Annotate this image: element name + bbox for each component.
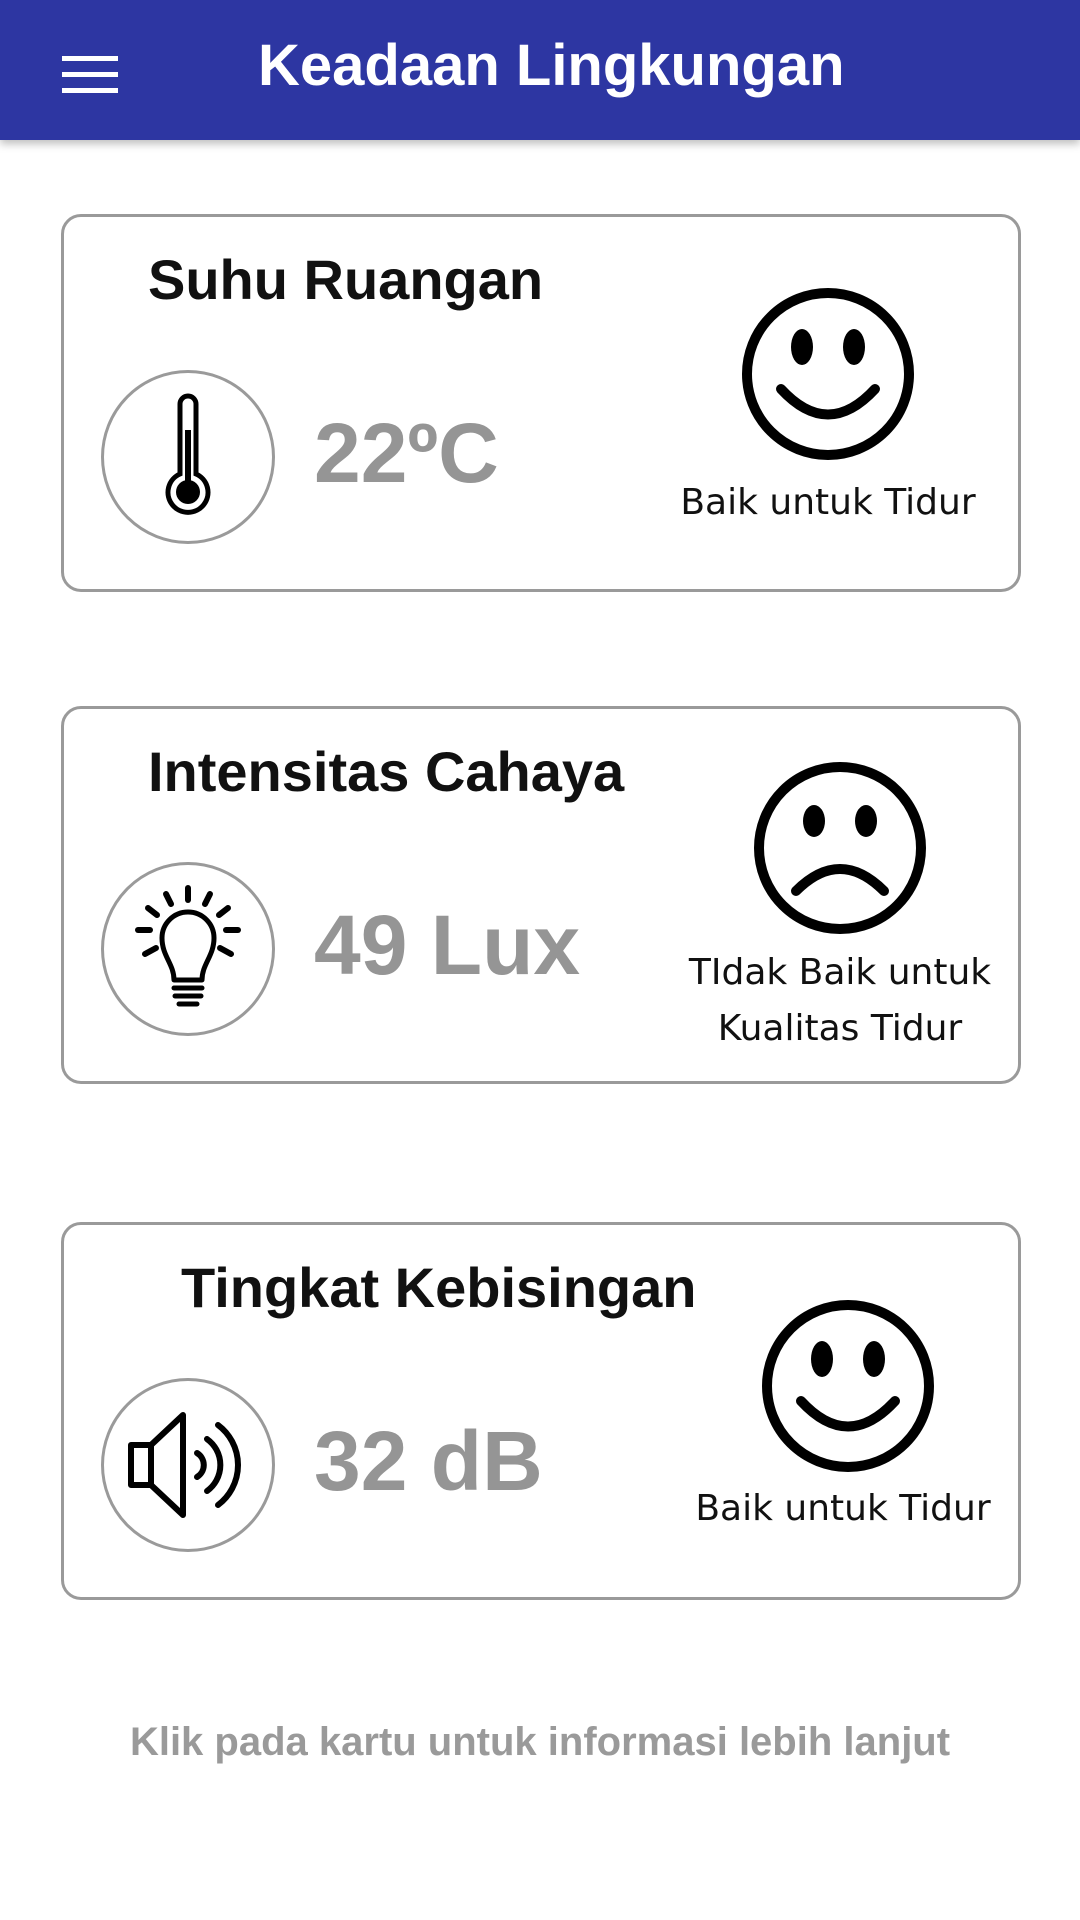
footer-hint: Klik pada kartu untuk informasi lebih la…: [129, 1720, 951, 1764]
status-label-noise: Baik untuk Tidur: [695, 1488, 991, 1529]
hamburger-menu-icon: [62, 56, 118, 93]
thermometer-icon-circle: [101, 370, 275, 544]
temperature-value: 22ºC: [314, 406, 499, 500]
temperature-card[interactable]: Suhu Ruangan 22ºC Baik untuk Tidur: [61, 214, 1021, 592]
card-title-temperature: Suhu Ruangan: [148, 248, 544, 311]
card-title-noise: Tingkat Kebisingan: [181, 1256, 697, 1319]
noise-level-card[interactable]: Tingkat Kebisingan 32 dB Baik untuk Tidu…: [61, 1222, 1021, 1600]
menu-button[interactable]: [48, 40, 132, 110]
light-bulb-icon: [135, 885, 241, 1007]
light-intensity-card[interactable]: Intensitas Cahaya 49 Lux TIdak Baik untu…: [61, 706, 1021, 1084]
speaker-icon-circle: [101, 1378, 275, 1552]
status-label-light-line1: TIdak Baik untuk: [688, 952, 992, 993]
status-label-temperature: Baik untuk Tidur: [680, 482, 976, 523]
smiley-happy-icon: [762, 1300, 934, 1472]
page-title: Keadaan Lingkungan: [258, 33, 845, 98]
status-label-light-line2: Kualitas Tidur: [717, 1008, 963, 1049]
thermometer-icon: [165, 393, 211, 515]
smiley-sad-icon: [754, 762, 926, 934]
noise-level-value: 32 dB: [314, 1414, 543, 1508]
light-bulb-icon-circle: [101, 862, 275, 1036]
speaker-volume-icon: [128, 1412, 241, 1518]
card-title-light: Intensitas Cahaya: [148, 740, 625, 803]
light-intensity-value: 49 Lux: [314, 898, 581, 992]
smiley-happy-icon: [742, 288, 914, 460]
status-label-light: TIdak Baik untuk Kualitas Tidur: [675, 945, 1005, 1057]
app-bar: Keadaan Lingkungan: [0, 0, 1080, 140]
